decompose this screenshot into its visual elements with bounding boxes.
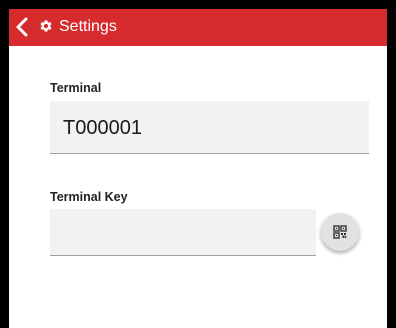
terminal-key-label: Terminal Key (50, 190, 128, 204)
terminal-label: Terminal (50, 81, 102, 95)
scan-qr-button[interactable] (321, 213, 359, 251)
page-title: Settings (59, 18, 117, 35)
gear-icon (39, 19, 53, 33)
terminal-key-input[interactable] (50, 209, 316, 255)
chevron-left-icon (12, 16, 34, 38)
terminal-input[interactable] (50, 101, 369, 153)
terminal-field-container (50, 101, 369, 154)
terminal-key-field-container (50, 209, 316, 256)
qr-code-icon (333, 225, 347, 239)
app-bar: Settings (9, 9, 387, 46)
back-button[interactable] (12, 16, 34, 38)
settings-screen: Settings Terminal Terminal Key (9, 9, 387, 328)
